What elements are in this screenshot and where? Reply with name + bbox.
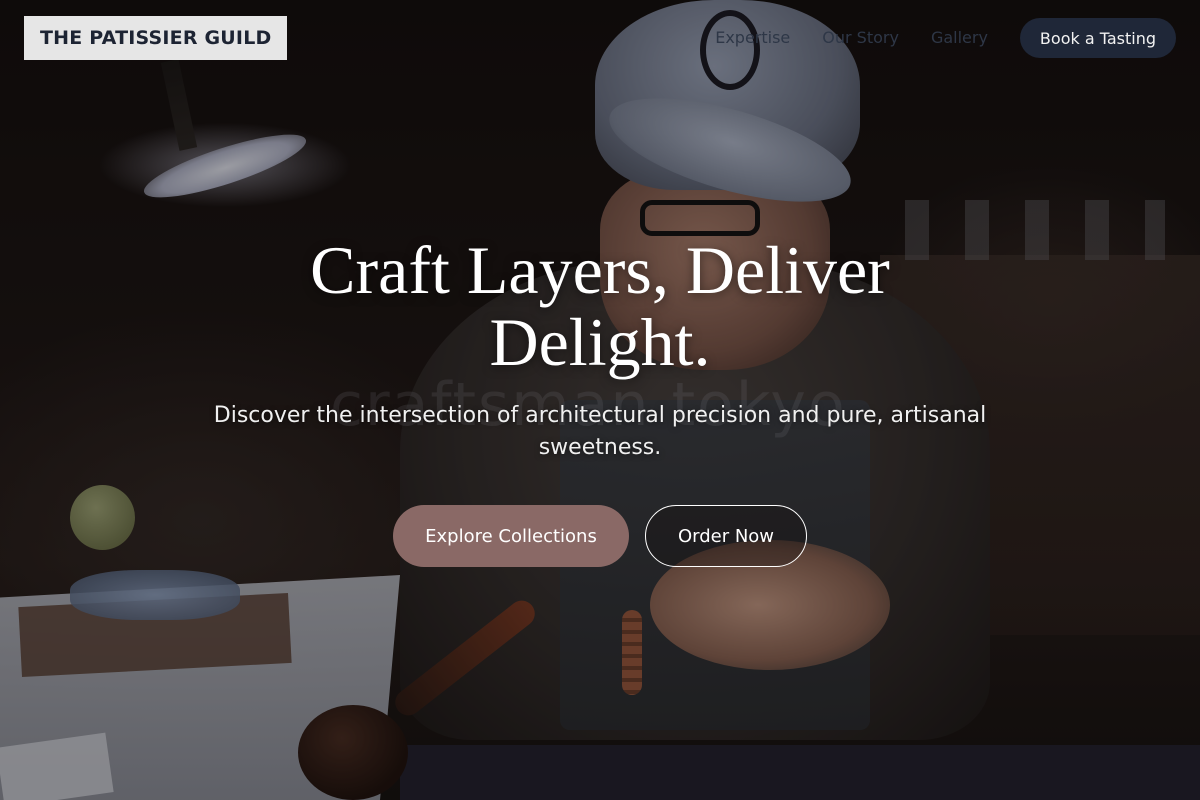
nav-link-our-story[interactable]: Our Story — [822, 18, 899, 58]
nav-link-expertise[interactable]: Expertise — [715, 18, 790, 58]
hero-title: Craft Layers, Deliver Delight. — [310, 232, 890, 380]
explore-collections-button[interactable]: Explore Collections — [393, 505, 629, 567]
main-nav: Expertise Our Story Gallery Book a Tasti… — [715, 18, 1176, 58]
hero-subtitle: Discover the intersection of architectur… — [213, 403, 987, 460]
hero-section: Craft Layers, Deliver Delight. Discover … — [0, 234, 1200, 567]
site-logo[interactable]: THE PATISSIER GUILD — [24, 16, 288, 60]
hero-actions: Explore Collections Order Now — [0, 505, 1200, 567]
book-tasting-button[interactable]: Book a Tasting — [1019, 18, 1176, 58]
order-now-button[interactable]: Order Now — [645, 505, 807, 567]
logo-text: THE PATISSIER GUILD — [40, 27, 272, 49]
nav-link-gallery[interactable]: Gallery — [931, 18, 988, 58]
